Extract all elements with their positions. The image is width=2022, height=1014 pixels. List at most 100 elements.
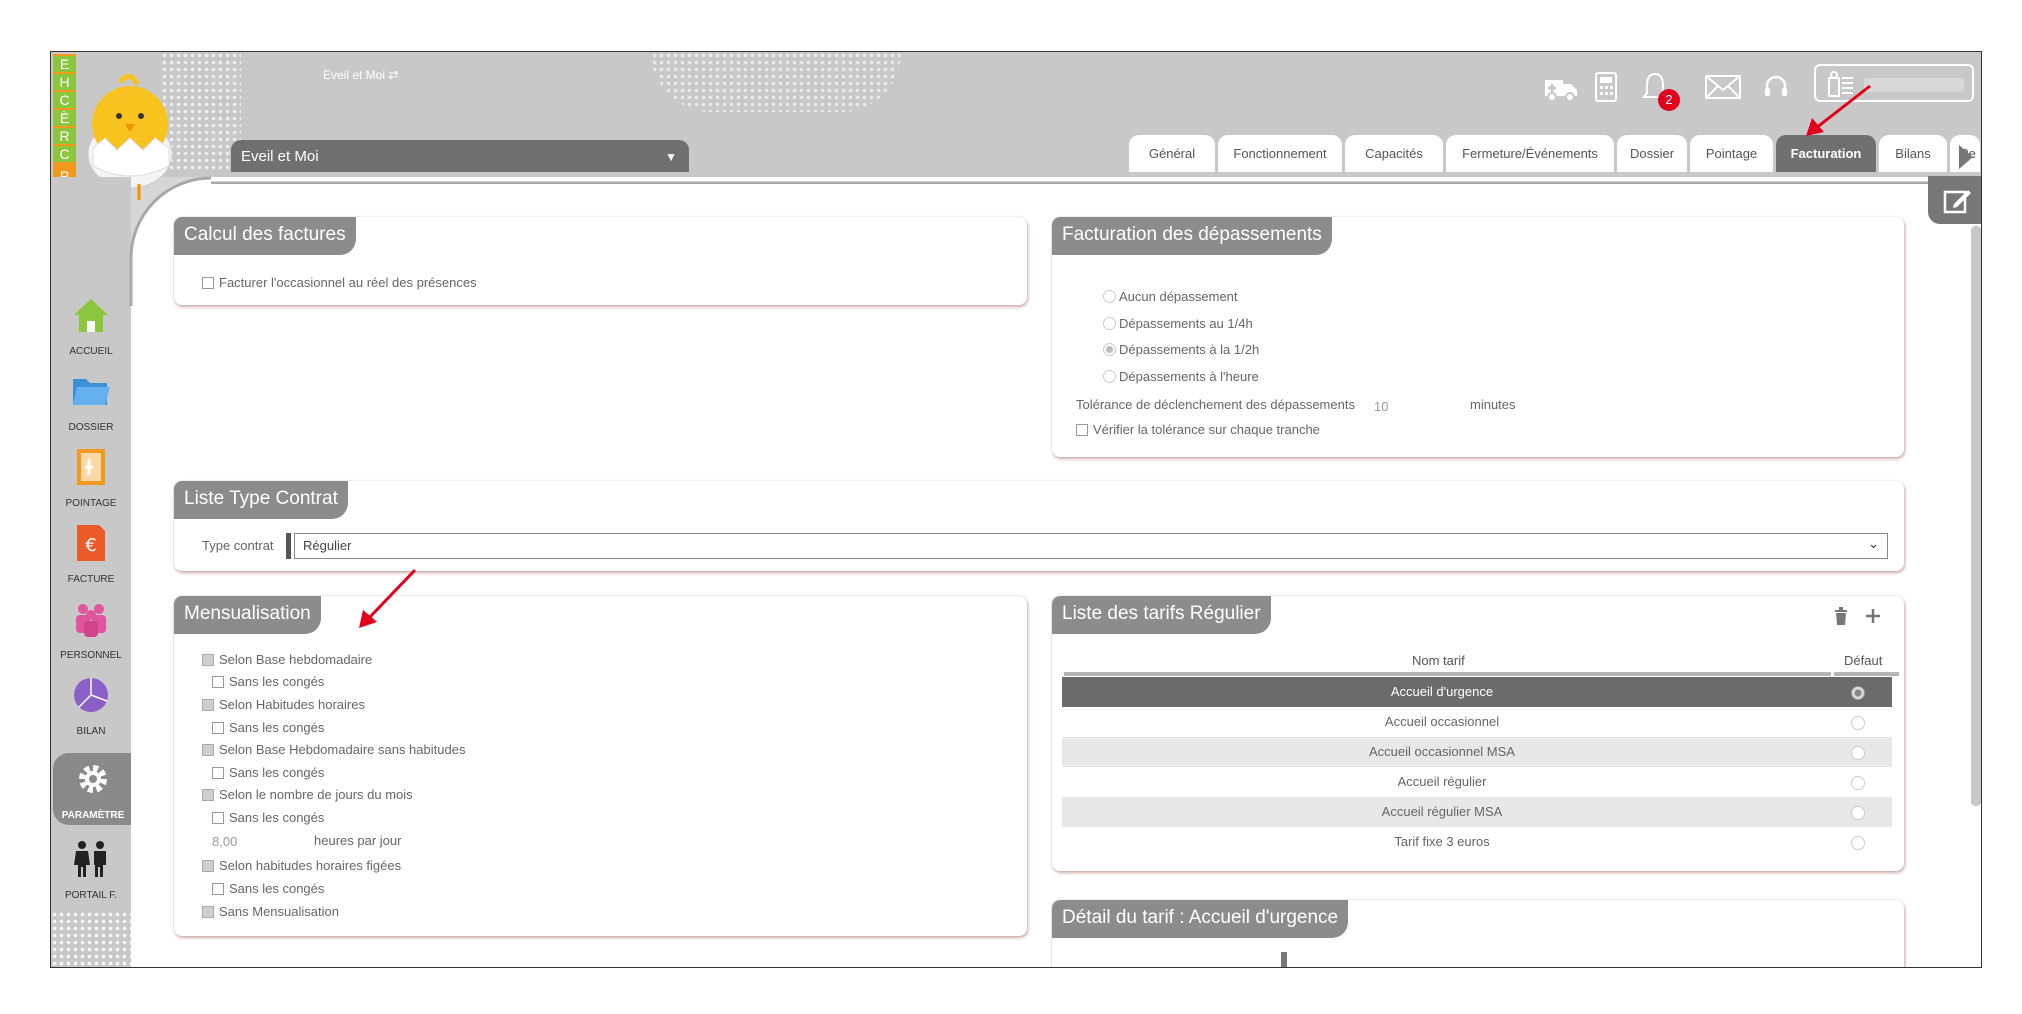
type-contrat-panel: Liste Type Contrat Type contrat Régulier…	[174, 481, 1904, 571]
structure-select[interactable]: Eveil et Moi ▼	[231, 140, 689, 172]
tolerance-unit: minutes	[1470, 397, 1516, 412]
family-icon	[74, 841, 106, 877]
verify-tolerance-row[interactable]: Vérifier la tolérance sur chaque tranche	[1076, 422, 1320, 437]
tabs-next-arrow-icon[interactable]	[1959, 145, 1973, 169]
tarif-row[interactable]: Accueil régulier	[1062, 767, 1892, 797]
conges-row[interactable]: Sans les congés	[212, 674, 324, 689]
folder-icon	[73, 379, 110, 405]
default-radio[interactable]	[1851, 836, 1865, 850]
mensualisation-title: Mensualisation	[174, 596, 321, 634]
occasionnel-checkbox[interactable]	[202, 277, 214, 289]
checkbox[interactable]	[202, 654, 214, 666]
default-radio[interactable]	[1851, 746, 1865, 760]
sidebar-item-bilan[interactable]: BILAN	[51, 669, 131, 741]
sidebar-item-dossier[interactable]: DOSSIER	[51, 365, 131, 437]
tarif-row[interactable]: Tarif fixe 3 euros	[1062, 827, 1892, 857]
notification-badge: 2	[1658, 89, 1680, 111]
tarif-row[interactable]: Accueil occasionnel MSA	[1062, 737, 1892, 767]
calculator-icon[interactable]	[1594, 70, 1618, 104]
radio-demi[interactable]: Dépassements à la 1/2h	[1103, 342, 1259, 357]
heures-label: heures par jour	[314, 833, 402, 848]
gear-icon	[79, 765, 107, 793]
tab-bilans[interactable]: Bilans	[1879, 135, 1947, 172]
sidebar-item-personnel[interactable]: PERSONNEL	[51, 593, 131, 665]
radio-button[interactable]	[1103, 290, 1116, 303]
tab-fonctionnement[interactable]: Fonctionnement	[1218, 135, 1342, 172]
tab-pointage[interactable]: Pointage	[1690, 135, 1773, 172]
tab-fermeture[interactable]: Fermeture/Événements	[1446, 135, 1614, 172]
trash-icon[interactable]	[1833, 606, 1849, 626]
conges-row[interactable]: Sans les congés	[212, 881, 324, 896]
checkbox[interactable]	[202, 906, 214, 918]
checkbox[interactable]	[202, 744, 214, 756]
conges-row[interactable]: Sans les congés	[212, 720, 324, 735]
structure-switch-label[interactable]: Eveil et Moi ⇄	[323, 68, 398, 82]
habitudes-row[interactable]: Selon Habitudes horaires	[202, 697, 365, 712]
type-contrat-title: Liste Type Contrat	[174, 481, 348, 519]
depassements-title: Facturation des dépassements	[1052, 217, 1332, 255]
radio-button[interactable]	[1103, 370, 1116, 383]
tarif-row[interactable]: Accueil d'urgence	[1062, 677, 1892, 707]
dot-pattern	[51, 911, 131, 967]
chevron-down-icon: ▼	[665, 150, 677, 164]
checkbox[interactable]	[202, 699, 214, 711]
sidebar-item-parametre[interactable]: PARAMÈTRE	[53, 753, 133, 825]
base-sans-habitudes-row[interactable]: Selon Base Hebdomadaire sans habitudes	[202, 742, 465, 757]
radio-heure[interactable]: Dépassements à l'heure	[1103, 369, 1259, 384]
type-contrat-label: Type contrat	[202, 538, 274, 553]
annotation-arrow-icon	[359, 568, 417, 628]
tolerance-input[interactable]: 10	[1374, 399, 1388, 414]
tarifs-panel: Liste des tarifs Régulier Nom tarif Défa…	[1052, 596, 1904, 871]
mail-icon[interactable]	[1704, 70, 1742, 104]
type-contrat-select[interactable]: Régulier ⌄	[294, 533, 1888, 559]
checkbox[interactable]	[212, 767, 224, 779]
verify-tolerance-checkbox[interactable]	[1076, 424, 1088, 436]
annotation-arrow-icon	[1806, 84, 1871, 136]
home-icon	[74, 299, 108, 332]
staff-icon	[76, 604, 106, 637]
default-radio[interactable]	[1851, 776, 1865, 790]
radio-button[interactable]	[1103, 343, 1116, 356]
occasionnel-checkbox-row[interactable]: Facturer l'occasionnel au réel des prése…	[202, 275, 477, 290]
top-header: E H C È R C P A C Eveil et Moi ⇄ Eveil e…	[51, 52, 1981, 226]
col-nom-tarif: Nom tarif	[1412, 653, 1465, 668]
checkbox[interactable]	[212, 676, 224, 688]
column-divider	[1064, 672, 1831, 676]
conges-row[interactable]: Sans les congés	[212, 810, 324, 825]
checkbox[interactable]	[212, 883, 224, 895]
scrollbar[interactable]	[1971, 226, 1981, 806]
checkbox[interactable]	[212, 722, 224, 734]
tab-dossier[interactable]: Dossier	[1617, 135, 1687, 172]
heures-input[interactable]: 8,00	[212, 834, 237, 849]
sidebar-item-facture[interactable]: € FACTURE	[51, 517, 131, 589]
figees-row[interactable]: Selon habitudes horaires figées	[202, 858, 401, 873]
radio-button[interactable]	[1103, 317, 1116, 330]
ambulance-icon[interactable]	[1543, 70, 1579, 104]
base-hebdo-row[interactable]: Selon Base hebdomadaire	[202, 652, 372, 667]
add-icon[interactable]	[1865, 608, 1881, 624]
edit-button[interactable]	[1928, 176, 1981, 224]
headset-icon[interactable]	[1763, 70, 1789, 104]
detail-tarif-title: Détail du tarif : Accueil d'urgence	[1052, 900, 1349, 938]
sidebar-item-accueil[interactable]: ACCUEIL	[51, 289, 131, 361]
tarif-row[interactable]: Accueil occasionnel	[1062, 707, 1892, 737]
conges-row[interactable]: Sans les congés	[212, 765, 324, 780]
checkbox[interactable]	[212, 812, 224, 824]
sans-mensualisation-row[interactable]: Sans Mensualisation	[202, 904, 339, 919]
checkbox[interactable]	[202, 789, 214, 801]
radio-quart[interactable]: Dépassements au 1/4h	[1103, 316, 1253, 331]
jours-mois-row[interactable]: Selon le nombre de jours du mois	[202, 787, 413, 802]
tab-general[interactable]: Général	[1129, 135, 1215, 172]
tab-capacites[interactable]: Capacités	[1345, 135, 1443, 172]
default-radio[interactable]	[1851, 716, 1865, 730]
default-radio[interactable]	[1851, 686, 1865, 700]
sidebar-item-portail[interactable]: PORTAIL F.	[51, 833, 131, 905]
invoice-icon: €	[77, 525, 105, 561]
default-radio[interactable]	[1851, 806, 1865, 820]
sidebar-item-pointage[interactable]: POINTAGE	[51, 441, 131, 513]
type-contrat-marker	[286, 533, 291, 559]
checkbox[interactable]	[202, 860, 214, 872]
radio-aucun[interactable]: Aucun dépassement	[1103, 289, 1238, 304]
pointage-icon	[77, 449, 105, 485]
tarif-row[interactable]: Accueil régulier MSA	[1062, 797, 1892, 827]
